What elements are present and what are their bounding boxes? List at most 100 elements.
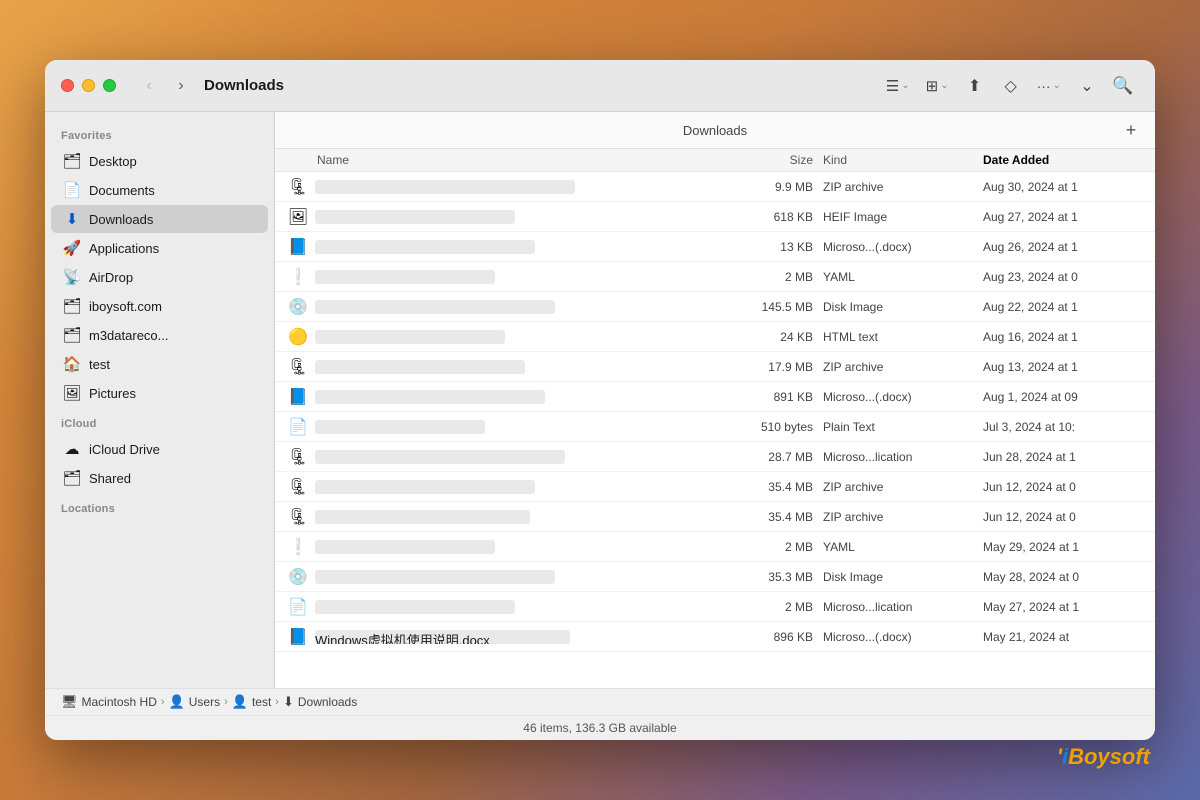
file-type-icon: 🖼: [287, 206, 309, 228]
sidebar-label-airdrop: AirDrop: [89, 270, 133, 285]
file-size: 17.9 MB: [723, 360, 823, 374]
documents-icon: 📄: [63, 181, 81, 199]
file-kind: YAML: [823, 540, 983, 554]
share-button[interactable]: ⬆: [959, 70, 991, 102]
file-type-icon: 📘: [287, 626, 309, 648]
table-row[interactable]: 💿 35.3 MB Disk Image May 28, 2024 at 0: [275, 562, 1155, 592]
file-size: 2 MB: [723, 270, 823, 284]
forward-button[interactable]: ›: [168, 73, 194, 99]
sidebar-item-shared[interactable]: 🗂 Shared: [51, 464, 268, 492]
file-kind: HTML text: [823, 330, 983, 344]
file-date: Jun 12, 2024 at 0: [983, 480, 1143, 494]
sidebar-item-airdrop[interactable]: 📡 AirDrop: [51, 263, 268, 291]
list-view-button[interactable]: ☰ ⌄: [880, 73, 916, 99]
breadcrumb-item-test[interactable]: 👤test: [232, 694, 272, 710]
file-date: Aug 1, 2024 at 09: [983, 390, 1143, 404]
file-type-icon: ❕: [287, 266, 309, 288]
file-type-icon: 💿: [287, 296, 309, 318]
airdrop-icon: 📡: [63, 268, 81, 286]
list-icon: ☰: [886, 77, 899, 95]
table-row[interactable]: 📘 891 KB Microso...(.docx) Aug 1, 2024 a…: [275, 382, 1155, 412]
sidebar-item-desktop[interactable]: 🗂 Desktop: [51, 147, 268, 175]
table-row[interactable]: 🗜 17.9 MB ZIP archive Aug 13, 2024 at 1: [275, 352, 1155, 382]
sidebar-item-downloads[interactable]: ⬇ Downloads: [51, 205, 268, 233]
tag-button[interactable]: ◇: [995, 70, 1027, 102]
sidebar-item-test[interactable]: 🏠 test: [51, 350, 268, 378]
more-button[interactable]: ··· ⌄: [1031, 74, 1067, 98]
table-row[interactable]: 🗜 35.4 MB ZIP archive Jun 12, 2024 at 0: [275, 472, 1155, 502]
sidebar-label-desktop: Desktop: [89, 154, 137, 169]
sidebar-label-test: test: [89, 357, 110, 372]
file-name-cell: 💿: [287, 566, 723, 588]
file-name-cell: 🟡: [287, 326, 723, 348]
table-row[interactable]: 🗜 28.7 MB Microso...lication Jun 28, 202…: [275, 442, 1155, 472]
file-date: Jul 3, 2024 at 10:: [983, 420, 1143, 434]
file-name-text: [315, 300, 555, 314]
table-row[interactable]: 🗜 35.4 MB ZIP archive Jun 12, 2024 at 0: [275, 502, 1155, 532]
file-size: 13 KB: [723, 240, 823, 254]
file-date: Jun 28, 2024 at 1: [983, 450, 1143, 464]
sidebar-label-icloud-drive: iCloud Drive: [89, 442, 160, 457]
traffic-lights: [61, 79, 116, 92]
file-date: Aug 13, 2024 at 1: [983, 360, 1143, 374]
table-row[interactable]: 📄 510 bytes Plain Text Jul 3, 2024 at 10…: [275, 412, 1155, 442]
sidebar-item-documents[interactable]: 📄 Documents: [51, 176, 268, 204]
table-row[interactable]: 🖼 618 KB HEIF Image Aug 27, 2024 at 1: [275, 202, 1155, 232]
file-type-icon: 🗜: [287, 506, 309, 528]
sidebar-label-iboysoft: iboysoft.com: [89, 299, 162, 314]
applications-icon: 🚀: [63, 239, 81, 257]
file-date: May 29, 2024 at 1: [983, 540, 1143, 554]
grid-view-button[interactable]: ⊞ ⌄: [920, 73, 955, 99]
table-row[interactable]: ❕ 2 MB YAML May 29, 2024 at 1: [275, 532, 1155, 562]
file-kind: Plain Text: [823, 420, 983, 434]
table-row[interactable]: 🟡 24 KB HTML text Aug 16, 2024 at 1: [275, 322, 1155, 352]
breadcrumb-icon: 🖥: [61, 694, 78, 710]
status-bar: 46 items, 136.3 GB available: [45, 716, 1155, 740]
breadcrumb-item-users[interactable]: 👤Users: [169, 694, 221, 710]
m3datareco-icon: 🗂: [63, 326, 81, 344]
file-name-text: [315, 600, 515, 614]
file-type-icon: 💿: [287, 566, 309, 588]
test-icon: 🏠: [63, 355, 81, 373]
file-size: 28.7 MB: [723, 450, 823, 464]
file-name-text: [315, 510, 530, 524]
sidebar-item-icloud-drive[interactable]: ☁ iCloud Drive: [51, 435, 268, 463]
sidebar-label-pictures: Pictures: [89, 386, 136, 401]
file-size: 9.9 MB: [723, 180, 823, 194]
table-row[interactable]: 💿 145.5 MB Disk Image Aug 22, 2024 at 1: [275, 292, 1155, 322]
sidebar-item-iboysoft[interactable]: 🗂 iboysoft.com: [51, 292, 268, 320]
sidebar-item-pictures[interactable]: 🖼 Pictures: [51, 379, 268, 407]
file-kind: ZIP archive: [823, 180, 983, 194]
file-size: 2 MB: [723, 600, 823, 614]
minimize-button[interactable]: [82, 79, 95, 92]
file-area-header: Downloads +: [275, 112, 1155, 149]
file-area: Downloads + Name Size Kind Date Added 🗜: [275, 112, 1155, 688]
sidebar-label-shared: Shared: [89, 471, 131, 486]
file-name-cell: 🗜: [287, 476, 723, 498]
watermark-i: i: [1062, 744, 1068, 769]
table-row[interactable]: 📘 13 KB Microso...(.docx) Aug 26, 2024 a…: [275, 232, 1155, 262]
file-date: May 27, 2024 at 1: [983, 600, 1143, 614]
chevron-icon-2: ⌄: [940, 80, 948, 91]
maximize-button[interactable]: [103, 79, 116, 92]
finder-window: ‹ › Downloads ☰ ⌄ ⊞ ⌄ ⬆ ◇ ···: [45, 60, 1155, 740]
column-headers: Name Size Kind Date Added: [275, 149, 1155, 172]
back-button[interactable]: ‹: [136, 73, 162, 99]
sidebar-item-applications[interactable]: 🚀 Applications: [51, 234, 268, 262]
file-type-icon: 📄: [287, 416, 309, 438]
add-folder-button[interactable]: +: [1119, 118, 1143, 142]
search-button[interactable]: 🔍: [1107, 70, 1139, 102]
file-date: Aug 26, 2024 at 1: [983, 240, 1143, 254]
table-row[interactable]: 📘 Windows虚拟机使用说明.docx 896 KB Microso...(…: [275, 622, 1155, 652]
sort-button[interactable]: ⌄: [1071, 70, 1103, 102]
file-type-icon: ❕: [287, 536, 309, 558]
main-content: Favorites 🗂 Desktop 📄 Documents ⬇ Downlo…: [45, 112, 1155, 688]
table-row[interactable]: 📄 2 MB Microso...lication May 27, 2024 a…: [275, 592, 1155, 622]
table-row[interactable]: 🗜 9.9 MB ZIP archive Aug 30, 2024 at 1: [275, 172, 1155, 202]
close-button[interactable]: [61, 79, 74, 92]
breadcrumb-item-macintosh-hd[interactable]: 🖥Macintosh HD: [61, 694, 157, 710]
breadcrumb-item-downloads[interactable]: ⬇Downloads: [283, 694, 357, 710]
sidebar-item-m3datareco[interactable]: 🗂 m3datareco...: [51, 321, 268, 349]
file-date: Aug 22, 2024 at 1: [983, 300, 1143, 314]
table-row[interactable]: ❕ 2 MB YAML Aug 23, 2024 at 0: [275, 262, 1155, 292]
